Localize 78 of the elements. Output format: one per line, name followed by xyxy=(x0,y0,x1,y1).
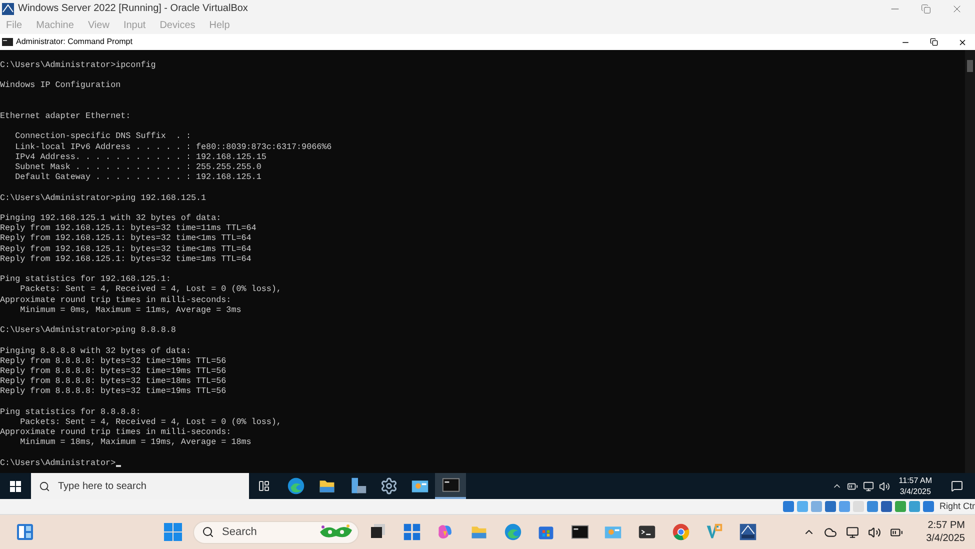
clock-time[interactable]: 11:57 AM xyxy=(898,475,932,486)
console-line: Approximate round trip times in milli-seconds: xyxy=(0,294,232,305)
console-line: Reply from 8.8.8.8: bytes=32 time=18ms TTL=56 xyxy=(0,376,226,386)
search-placeholder: Type here to search xyxy=(58,480,146,494)
server-icon[interactable] xyxy=(348,477,366,495)
mask-icon xyxy=(318,524,354,540)
battery-icon[interactable] xyxy=(890,526,904,538)
console-line: Reply from 192.168.125.1: bytes=32 time=11ms TTL=64 xyxy=(0,223,256,234)
console-line: Reply from 192.168.125.1: bytes=32 time=1ms TTL=64 xyxy=(0,254,252,264)
host-key-label: Right Ctr xyxy=(939,500,975,513)
widgets-icon[interactable] xyxy=(16,523,34,541)
console-line: Minimum = 0ms, Maximum = 11ms, Average = 3ms xyxy=(19,304,242,315)
search-icon xyxy=(202,526,214,538)
console-line: Default Gateway . . . . . . . . . : 192.168.125.1 xyxy=(14,172,262,182)
clock-time[interactable]: 2:57 PM xyxy=(928,519,965,532)
console-line: Link-local IPv6 Address . . . . . : fe80::8039:873c:6317:9066%6 xyxy=(14,142,332,152)
console-line: Minimum = 18ms, Maximum = 19ms, Average = 18ms xyxy=(19,437,252,448)
console-line: Packets: Sent = 4, Received = 4, Lost = 0 (0% loss), xyxy=(19,284,282,295)
search-placeholder: Search xyxy=(222,524,257,540)
console-line: Approximate round trip times in milli-seconds: xyxy=(0,427,232,438)
task-view-icon[interactable] xyxy=(370,523,386,539)
cloud-icon[interactable] xyxy=(824,526,838,538)
console-line: C:\Users\Administrator>ping 192.168.125.1 xyxy=(0,192,206,203)
console-line: Pinging 192.168.125.1 with 32 bytes of data: xyxy=(0,212,222,224)
device-status-icon[interactable] xyxy=(895,501,906,512)
close-icon[interactable] xyxy=(958,38,967,46)
taskbar-app[interactable] xyxy=(435,473,466,499)
assistant-icon[interactable] xyxy=(436,523,454,541)
console-line: IPv4 Address. . . . . . . . . . . : 192.168.125.15 xyxy=(14,152,266,162)
console-line: Reply from 8.8.8.8: bytes=32 time=19ms TTL=56 xyxy=(0,366,226,376)
search-field[interactable]: Search xyxy=(193,520,359,544)
console-line: C:\Users\Administrator> xyxy=(0,458,116,468)
console-line: Ping statistics for 8.8.8.8: xyxy=(0,406,141,417)
terminal-icon[interactable] xyxy=(570,523,589,541)
task-view-icon[interactable] xyxy=(258,480,270,492)
console-line: Connection-specific DNS Suffix . : xyxy=(14,131,191,142)
console-line: Subnet Mask . . . . . . . . . . . : 255.255.255.0 xyxy=(14,162,262,172)
console-icon xyxy=(2,38,13,46)
console-line: Reply from 8.8.8.8: bytes=32 time=19ms TTL=56 xyxy=(0,356,226,366)
device-status-icon[interactable] xyxy=(867,501,878,512)
network-icon[interactable] xyxy=(862,480,874,492)
console-line: Reply from 192.168.125.1: bytes=32 time<1ms TTL=64 xyxy=(0,244,252,254)
notification-icon[interactable] xyxy=(951,480,963,492)
console-line: Pinging 8.8.8.8 with 32 bytes of data: xyxy=(0,346,191,356)
search-field[interactable]: Type here to search xyxy=(31,473,249,499)
device-status-icon[interactable] xyxy=(825,501,836,512)
console-line: Reply from 8.8.8.8: bytes=32 time=19ms TTL=56 xyxy=(0,386,226,397)
volume-icon[interactable] xyxy=(878,480,890,492)
clock-date[interactable]: 3/4/2025 xyxy=(900,486,931,497)
virtual-machine-icon[interactable] xyxy=(738,523,757,541)
start-icon[interactable] xyxy=(10,480,21,492)
device-status-icon[interactable] xyxy=(881,501,892,512)
window-title: Windows Server 2022 [Running] - Oracle VirtualBox xyxy=(18,2,248,16)
search-icon xyxy=(39,480,50,492)
console-line: Ping statistics for 192.168.125.1: xyxy=(0,274,171,284)
console-line: C:\Users\Administrator>ipconfig xyxy=(0,60,156,70)
battery-icon[interactable] xyxy=(846,480,858,492)
volume-icon[interactable] xyxy=(868,526,882,538)
network-icon[interactable] xyxy=(846,526,860,538)
start-icon[interactable] xyxy=(164,523,182,541)
console-line: Reply from 192.168.125.1: bytes=32 time<1ms TTL=64 xyxy=(0,233,252,244)
console-line: C:\Users\Administrator>ping 8.8.8.8 xyxy=(0,325,176,336)
text-cursor xyxy=(116,464,121,467)
restore-icon[interactable] xyxy=(930,38,938,46)
device-status-icon[interactable] xyxy=(909,501,920,512)
console-title: Administrator: Command Prompt xyxy=(16,36,132,48)
settings-icon[interactable] xyxy=(380,477,398,495)
device-status-icon[interactable] xyxy=(783,501,794,512)
browser-icon[interactable] xyxy=(672,523,690,541)
console-line: Ethernet adapter Ethernet: xyxy=(0,110,131,122)
console-line: Windows IP Configuration xyxy=(0,80,121,91)
clock-date[interactable]: 3/4/2025 xyxy=(926,532,965,545)
browser-icon[interactable] xyxy=(286,477,304,495)
scrollbar[interactable] xyxy=(965,50,975,473)
windows-icon[interactable] xyxy=(402,523,421,541)
device-status-icon[interactable] xyxy=(923,501,934,512)
console-line: Packets: Sent = 4, Received = 4, Lost = 0 (0% loss), xyxy=(19,416,282,428)
terminal-icon[interactable] xyxy=(638,523,656,541)
